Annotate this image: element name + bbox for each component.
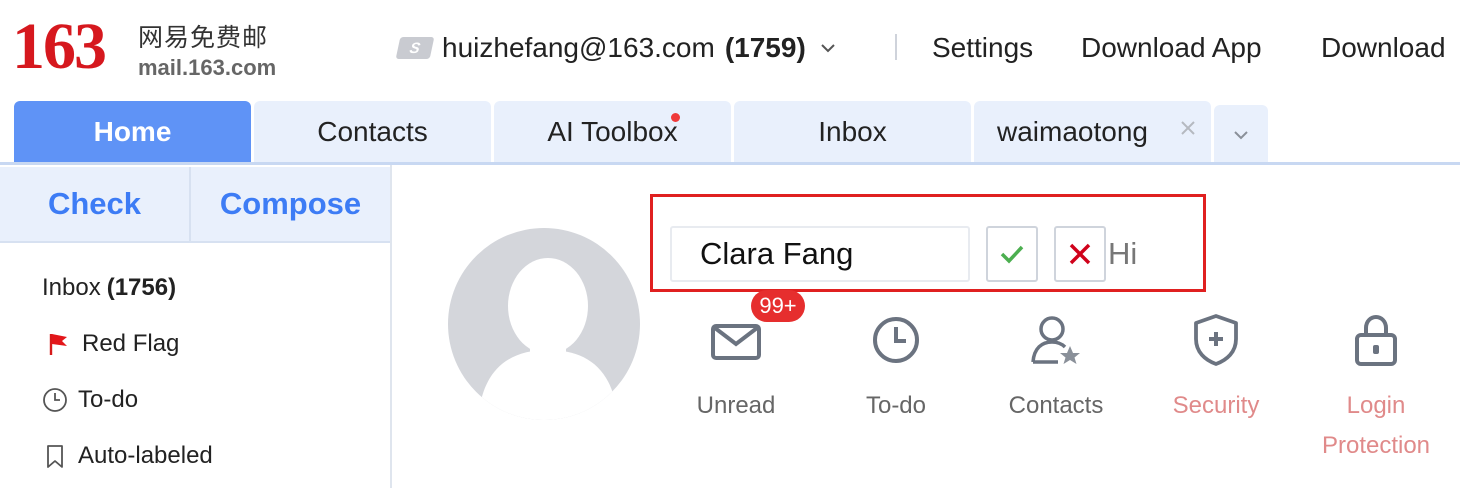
lock-icon [1346, 310, 1406, 370]
notification-dot [671, 113, 680, 122]
inbox-count: (1756) [106, 274, 177, 301]
feature-contacts[interactable]: Contacts [986, 310, 1126, 426]
sidebar-item-auto-labeled[interactable]: Auto-labeled [42, 439, 213, 473]
confirm-name-button[interactable] [986, 226, 1038, 282]
contact-star-icon [1026, 310, 1086, 370]
account-s-icon: S [395, 37, 435, 59]
feature-to-do[interactable]: To-do [826, 310, 966, 426]
tab-inbox-label: Inbox [818, 116, 887, 147]
download-app-link[interactable]: Download App [1081, 28, 1262, 68]
bookmark-icon [47, 445, 63, 468]
logo-chinese-name: 网易免费邮 [138, 23, 269, 52]
shield-plus-icon [1186, 310, 1246, 370]
feature-label: Contacts [1008, 392, 1104, 419]
feature-label: Unread [696, 392, 776, 419]
sidebar-item-label: To-do [78, 386, 139, 413]
header-divider [895, 34, 897, 60]
red-flag-icon [49, 334, 67, 355]
feature-label: To-do [865, 392, 927, 419]
tab-waimaotong[interactable]: waimaotong [974, 101, 1211, 163]
avatar-silhouette-icon [478, 258, 618, 420]
avatar[interactable] [448, 228, 640, 420]
tab-waimaotong-label: waimaotong [997, 116, 1148, 147]
close-icon[interactable] [1179, 119, 1197, 137]
sidebar-item-label: Inbox [42, 274, 101, 301]
account-email: huizhefang@163.com [442, 32, 715, 63]
checkmark-icon [1000, 245, 1024, 264]
clock-icon [866, 310, 926, 370]
sidebar-action-row: Check Compose [0, 167, 390, 243]
tab-ai-toolbox[interactable]: AI Toolbox [494, 101, 731, 163]
tab-ai-toolbox-label: AI Toolbox [547, 116, 678, 147]
sidebar-item-label: Auto-labeled [78, 442, 213, 469]
feature-security[interactable]: Security [1146, 310, 1286, 426]
tab-more-dropdown[interactable] [1214, 105, 1268, 163]
account-switcher[interactable]: S huizhefang@163.com (1759) [395, 28, 838, 68]
close-icon [1069, 243, 1091, 265]
unread-badge: 99+ [751, 290, 805, 322]
tab-home-label: Home [93, 116, 172, 147]
clock-icon [43, 388, 67, 412]
feature-login-protection[interactable]: Login Protection [1306, 310, 1446, 466]
cancel-name-button[interactable] [1054, 226, 1106, 282]
check-button[interactable]: Check [0, 167, 189, 241]
logo-domain: mail.163.com [138, 55, 277, 80]
feature-unread[interactable]: Unread [666, 310, 806, 426]
tab-home[interactable]: Home [14, 101, 251, 163]
logo-number[interactable]: 163 [12, 14, 107, 80]
chevron-down-icon [1234, 131, 1248, 140]
greeting-text: Hi [1108, 236, 1138, 271]
tab-contacts-label: Contacts [317, 116, 428, 147]
tab-contacts[interactable]: Contacts [254, 101, 491, 163]
settings-link[interactable]: Settings [932, 28, 1033, 68]
compose-button[interactable]: Compose [191, 167, 390, 241]
sidebar-item-label: Red Flag [82, 330, 180, 357]
chevron-down-icon [821, 44, 835, 53]
download-link[interactable]: Download [1321, 28, 1446, 68]
sidebar-item-inbox[interactable]: Inbox (1756) [42, 271, 176, 305]
display-name-input[interactable] [670, 226, 970, 282]
feature-label: Login Protection [1321, 392, 1431, 459]
sidebar-item-red-flag[interactable]: Red Flag [46, 327, 179, 361]
tab-inbox[interactable]: Inbox [734, 101, 971, 163]
account-unread-count: (1759) [724, 32, 806, 63]
feature-label: Security [1172, 392, 1260, 419]
sidebar-item-to-do[interactable]: To-do [42, 383, 138, 417]
